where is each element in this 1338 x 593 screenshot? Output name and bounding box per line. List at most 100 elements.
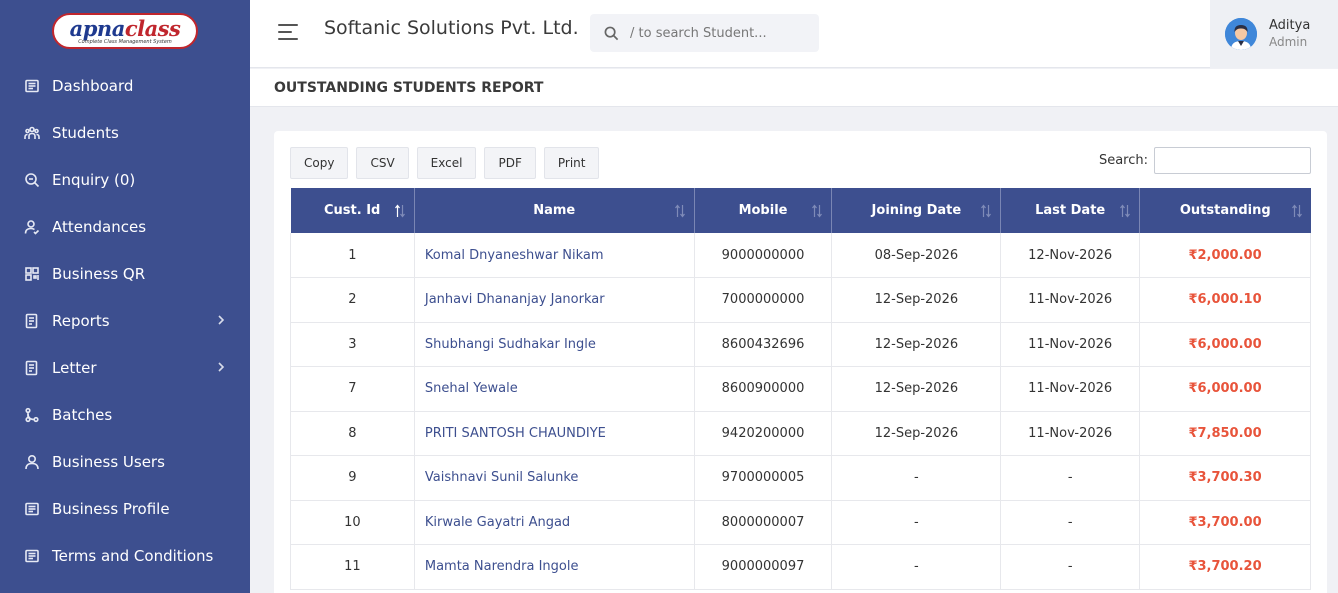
cell-mobile: 9000000097 xyxy=(694,544,833,590)
cell-outstanding: ₹3,700.30 xyxy=(1139,455,1311,501)
column-header-label: Mobile xyxy=(738,203,788,218)
enquiry-search-icon xyxy=(24,172,40,188)
cell-last: 11-Nov-2026 xyxy=(1000,277,1141,323)
column-header-last-date[interactable]: Last Date xyxy=(1000,188,1141,233)
cell-last: 11-Nov-2026 xyxy=(1000,322,1141,367)
sidebar-item-business-users[interactable]: Business Users xyxy=(0,438,250,485)
cell-joining: - xyxy=(831,500,1002,545)
sidebar-item-attendances[interactable]: Attendances xyxy=(0,203,250,250)
cell-name[interactable]: PRITI SANTOSH CHAUNDIYE xyxy=(414,411,695,456)
sidebar-item-label: Dashboard xyxy=(52,76,134,95)
chevron-right-icon xyxy=(214,360,228,374)
cell-id: 10 xyxy=(290,500,415,545)
sort-icon xyxy=(394,203,406,219)
search-icon xyxy=(604,26,619,40)
sidebar-item-label: Business QR xyxy=(52,264,146,283)
column-header-joining-date[interactable]: Joining Date xyxy=(831,188,1002,233)
page-title-bar: OUTSTANDING STUDENTS REPORT xyxy=(250,69,1338,107)
table-row: 1 Komal Dnyaneshwar Nikam 9000000000 08-Sep… xyxy=(290,233,1311,278)
sidebar: apnaclass Complete Class Management Syst… xyxy=(0,0,250,593)
cell-name[interactable]: Komal Dnyaneshwar Nikam xyxy=(414,233,695,278)
menu-toggle-icon[interactable] xyxy=(278,24,300,42)
cell-mobile: 8000000007 xyxy=(694,500,833,545)
sidebar-item-batches[interactable]: Batches xyxy=(0,391,250,438)
cell-id: 2 xyxy=(290,277,415,323)
student-search-input[interactable] xyxy=(630,25,810,41)
student-search[interactable] xyxy=(590,14,819,52)
cell-joining: - xyxy=(831,544,1002,590)
table-search-input[interactable] xyxy=(1154,147,1311,174)
table-row: 8 PRITI SANTOSH CHAUNDIYE 9420200000 12-Sep… xyxy=(290,411,1311,456)
sort-icon xyxy=(980,203,992,219)
column-header-label: Name xyxy=(533,203,576,218)
cell-id: 9 xyxy=(290,455,415,501)
cell-name[interactable]: Vaishnavi Sunil Salunke xyxy=(414,455,695,501)
cell-id: 1 xyxy=(290,233,415,278)
sidebar-item-label: Attendances xyxy=(52,217,147,236)
qr-code-icon xyxy=(24,266,40,282)
top-header: Softanic Solutions Pvt. Ltd. Aditya Admi… xyxy=(250,0,1338,68)
avatar xyxy=(1225,18,1257,50)
sidebar-item-label: Batches xyxy=(52,405,113,424)
column-header-name[interactable]: Name xyxy=(414,188,695,233)
cell-mobile: 9000000000 xyxy=(694,233,833,278)
column-header-label: Last Date xyxy=(1035,203,1106,218)
excel-button[interactable]: Excel xyxy=(416,147,477,179)
column-header-outstanding[interactable]: Outstanding xyxy=(1139,188,1311,233)
sidebar-item-terms-and-conditions[interactable]: Terms and Conditions xyxy=(0,532,250,579)
cell-last: - xyxy=(1000,455,1141,501)
batches-icon xyxy=(24,407,40,423)
cell-name[interactable]: Mamta Narendra Ingole xyxy=(414,544,695,590)
cell-name[interactable]: Kirwale Gayatri Angad xyxy=(414,500,695,545)
cell-outstanding: ₹7,850.00 xyxy=(1139,411,1311,456)
copy-button[interactable]: Copy xyxy=(290,147,349,179)
cell-name[interactable]: Janhavi Dhananjay Janorkar xyxy=(414,277,695,323)
sidebar-item-label: Terms and Conditions xyxy=(52,546,214,565)
print-button[interactable]: Print xyxy=(543,147,600,179)
sidebar-item-dashboard[interactable]: Dashboard xyxy=(0,62,250,109)
column-header-label: Cust. Id xyxy=(324,203,381,218)
profile-card-icon xyxy=(24,501,40,517)
sidebar-item-reports[interactable]: Reports xyxy=(0,297,250,344)
apnaclass-logo[interactable]: apnaclass Complete Class Management Syst… xyxy=(52,13,198,49)
sidebar-item-students[interactable]: Students xyxy=(0,109,250,156)
sidebar-item-label: Letter xyxy=(52,358,97,377)
cell-name[interactable]: Snehal Yewale xyxy=(414,366,695,412)
cell-outstanding: ₹3,700.20 xyxy=(1139,544,1311,590)
sort-icon xyxy=(811,203,823,219)
sidebar-item-business-qr[interactable]: Business QR xyxy=(0,250,250,297)
cell-mobile: 8600432696 xyxy=(694,322,833,367)
cell-last: - xyxy=(1000,500,1141,545)
sort-icon xyxy=(1291,203,1303,219)
sidebar-item-letter[interactable]: Letter xyxy=(0,344,250,391)
sidebar-item-enquiry-0[interactable]: Enquiry (0) xyxy=(0,156,250,203)
table-row: 3 Shubhangi Sudhakar Ingle 8600432696 12-Se… xyxy=(290,322,1311,367)
cell-name[interactable]: Shubhangi Sudhakar Ingle xyxy=(414,322,695,367)
cell-id: 8 xyxy=(290,411,415,456)
user-menu[interactable]: Aditya Admin xyxy=(1210,0,1338,68)
user-name: Aditya xyxy=(1269,18,1311,33)
dashboard-icon xyxy=(24,78,40,94)
sidebar-item-business-profile[interactable]: Business Profile xyxy=(0,485,250,532)
cell-last: 11-Nov-2026 xyxy=(1000,366,1141,412)
cell-joining: 12-Sep-2026 xyxy=(831,277,1002,323)
table-search: Search: xyxy=(1099,147,1311,174)
column-header-mobile[interactable]: Mobile xyxy=(694,188,833,233)
sidebar-item-label: Enquiry (0) xyxy=(52,170,136,189)
sidebar-item-label: Business Profile xyxy=(52,499,170,518)
cell-id: 11 xyxy=(290,544,415,590)
attendance-icon xyxy=(24,219,40,235)
csv-button[interactable]: CSV xyxy=(356,147,409,179)
pdf-button[interactable]: PDF xyxy=(484,147,536,179)
cell-joining: 12-Sep-2026 xyxy=(831,366,1002,412)
cell-outstanding: ₹2,000.00 xyxy=(1139,233,1311,278)
students-icon xyxy=(24,125,40,141)
chevron-right-icon xyxy=(214,313,228,327)
column-header-cust-id[interactable]: Cust. Id xyxy=(290,188,415,233)
letter-icon xyxy=(24,360,40,376)
cell-mobile: 9420200000 xyxy=(694,411,833,456)
table-row: 2 Janhavi Dhananjay Janorkar 7000000000 12-… xyxy=(290,277,1311,323)
sidebar-item-label: Business Users xyxy=(52,452,165,471)
cell-id: 3 xyxy=(290,322,415,367)
cell-last: - xyxy=(1000,544,1141,590)
